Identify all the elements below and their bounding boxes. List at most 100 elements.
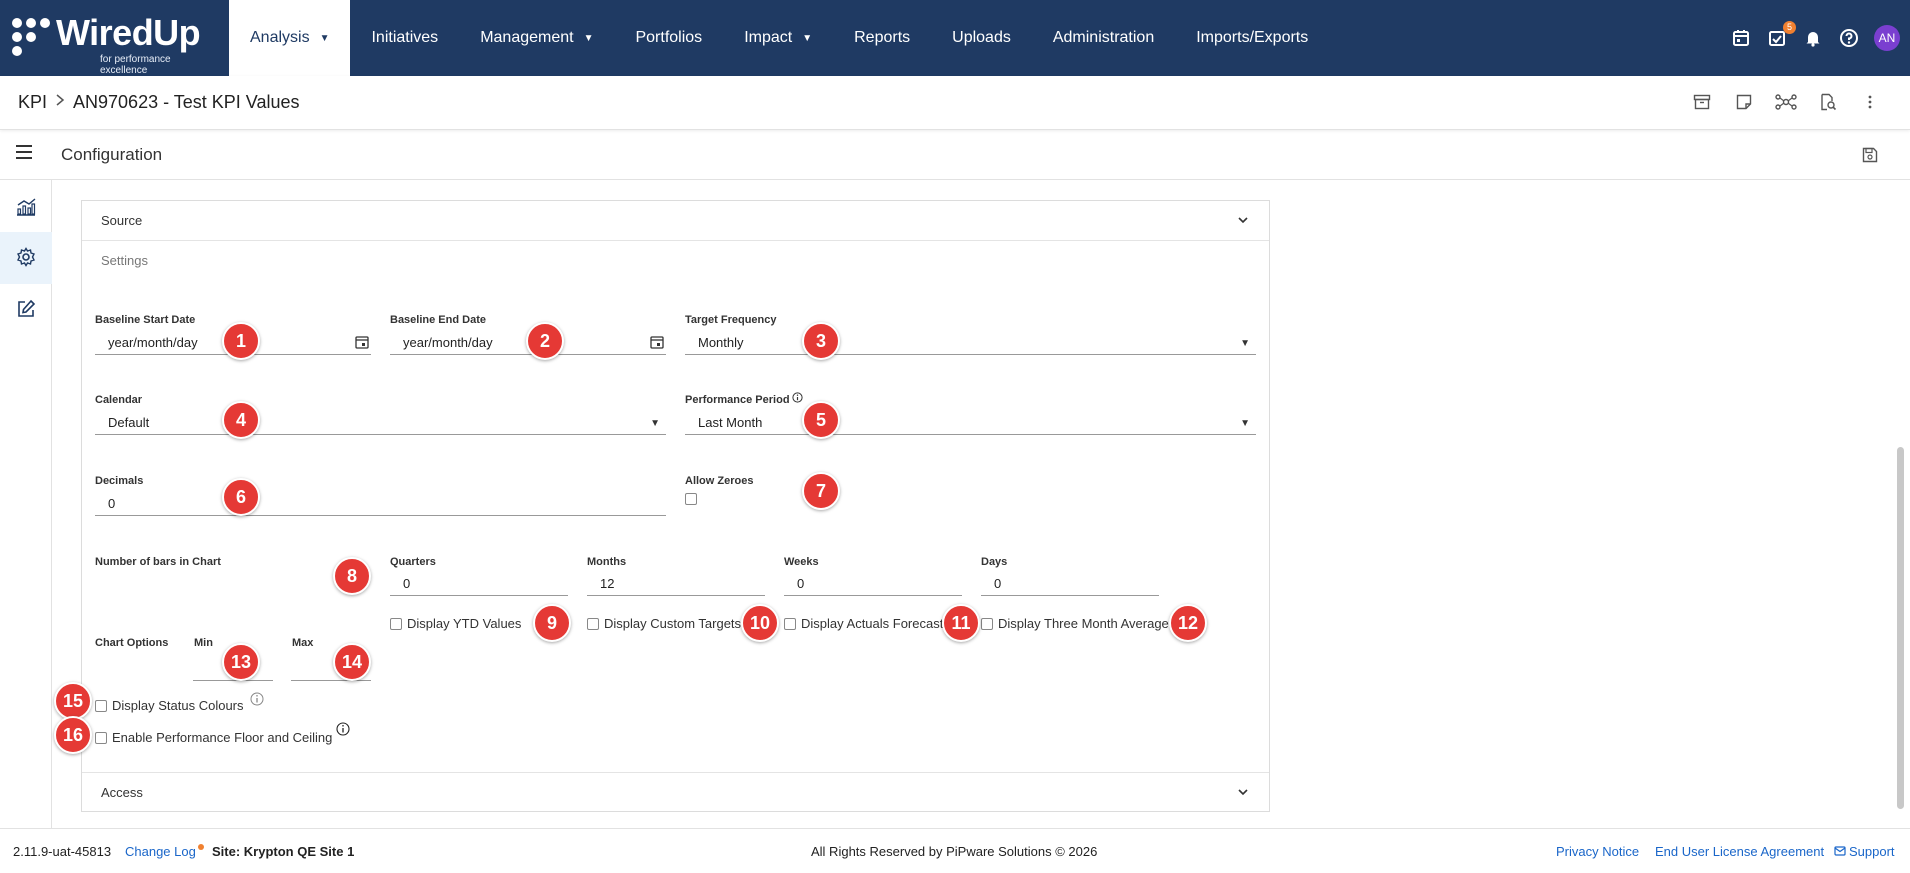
version-text: 2.11.9-uat-45813 [13,844,112,859]
support-link[interactable]: Support [1834,844,1895,859]
nav-imports-exports[interactable]: Imports/Exports [1175,0,1329,76]
min-label: Min [194,637,213,649]
breadcrumb-kpi[interactable]: KPI [18,92,47,113]
performance-period-select[interactable]: Last Month ▼ [685,411,1256,435]
display-status-colours-checkbox[interactable]: Display Status Colours [95,698,244,713]
display-ytd-label: Display YTD Values [407,616,522,631]
notification-dot-icon [197,844,204,850]
help-icon[interactable] [1838,27,1860,49]
decimals-input[interactable]: 0 [95,492,666,516]
days-input[interactable]: 0 [981,572,1159,596]
hamburger-menu-icon[interactable] [14,142,38,166]
nav-analysis-label: Analysis [250,29,310,46]
weeks-label: Weeks [784,556,819,568]
decimals-value: 0 [108,496,116,511]
privacy-notice-link[interactable]: Privacy Notice [1556,844,1639,859]
breadcrumb-bar: KPI AN970623 - Test KPI Values [0,76,1910,130]
nav-administration[interactable]: Administration [1032,0,1175,76]
quarters-input[interactable]: 0 [390,572,568,596]
nav-management[interactable]: Management ▼ [459,0,614,76]
performance-period-value: Last Month [698,415,763,430]
nav-initiatives-label: Initiatives [371,29,439,46]
nav-reports[interactable]: Reports [833,0,931,76]
calendar-icon[interactable] [650,335,664,352]
marker-12: 12 [1169,604,1207,642]
nav-imports-exports-label: Imports/Exports [1196,29,1309,46]
nav-uploads[interactable]: Uploads [931,0,1032,76]
nav-portfolios[interactable]: Portfolios [614,0,723,76]
calendar-icon[interactable] [1730,27,1752,49]
section-source[interactable]: Source [82,201,1269,241]
note-icon[interactable] [1732,90,1756,114]
chevron-down-icon: ▼ [319,32,330,44]
nav-impact[interactable]: Impact ▼ [723,0,833,76]
change-log-link[interactable]: Change Log [125,844,204,859]
display-actuals-forecast-checkbox[interactable]: Display Actuals Forecast [784,616,943,631]
nav-portfolios-label: Portfolios [635,29,703,46]
display-three-month-average-checkbox[interactable]: Display Three Month Average [981,616,1169,631]
wiredup-logo[interactable]: WiredUp for performance excellence [10,10,210,76]
display-custom-targets-checkbox[interactable]: Display Custom Targets [587,616,741,631]
marker-1: 1 [222,322,260,360]
caret-down-icon: ▼ [1240,338,1250,349]
baseline-start-value: year/month/day [108,335,198,350]
eula-link[interactable]: End User License Agreement [1655,844,1824,859]
marker-3: 3 [802,322,840,360]
network-icon[interactable] [1774,90,1798,114]
scrollbar-thumb[interactable] [1897,447,1904,809]
user-avatar[interactable]: AN [1874,25,1900,51]
baseline-start-label: Baseline Start Date [95,314,196,326]
nav-initiatives[interactable]: Initiatives [350,0,459,76]
logo-text: WiredUp [56,12,201,53]
more-vertical-icon[interactable] [1858,90,1882,114]
rail-item-edit[interactable] [0,284,52,336]
page-scrollbar[interactable] [1897,182,1904,812]
quarters-label: Quarters [390,556,436,568]
decimals-label: Decimals [95,475,144,487]
allow-zeroes-checkbox[interactable] [685,493,702,505]
calendar-select[interactable]: Default ▼ [95,411,666,435]
gear-icon [16,246,36,270]
logo-dots-icon [12,18,52,58]
marker-6: 6 [222,478,260,516]
info-icon[interactable] [792,390,803,406]
display-status-colours-label: Display Status Colours [112,698,244,713]
tasks-icon[interactable]: 5 [1766,21,1796,49]
target-frequency-select[interactable]: Monthly ▼ [685,331,1256,355]
info-icon[interactable] [336,722,350,739]
days-label: Days [981,556,1008,568]
rail-item-analytics[interactable] [0,182,52,234]
section-source-label: Source [101,213,143,228]
copyright-text: All Rights Reserved by PiPware Solutions… [811,844,1098,859]
enable-performance-floor-ceiling-checkbox[interactable]: Enable Performance Floor and Ceiling [95,730,332,745]
nav-impact-label: Impact [744,29,793,46]
display-ytd-checkbox[interactable]: Display YTD Values [390,616,521,631]
section-access[interactable]: Access [82,772,1269,812]
chevron-down-icon: ▼ [583,32,594,44]
save-icon[interactable] [1858,143,1882,167]
performance-period-label: Performance Period [685,394,790,406]
page-actions [1690,90,1882,114]
chevron-down-icon: ▼ [802,32,813,44]
months-input[interactable]: 12 [587,572,765,596]
footer: 2.11.9-uat-45813 Change Log Site: Krypto… [0,828,1910,873]
rail-item-configuration[interactable] [0,232,52,284]
max-label: Max [292,637,314,649]
target-frequency-label: Target Frequency [685,314,777,326]
bell-icon[interactable] [1802,27,1824,49]
nav-administration-label: Administration [1052,29,1155,46]
archive-icon[interactable] [1690,90,1714,114]
nav-analysis[interactable]: Analysis ▼ [229,0,351,76]
main-menu: Analysis ▼ Initiatives Management ▼ Portfo… [229,0,1329,76]
nav-uploads-label: Uploads [952,29,1011,46]
marker-5: 5 [802,401,840,439]
document-search-icon[interactable] [1816,90,1840,114]
left-rail [0,180,52,828]
chevron-down-icon [1237,214,1249,229]
chart-options-label: Chart Options [95,637,169,649]
calendar-icon[interactable] [355,335,369,352]
info-icon[interactable] [250,692,264,709]
target-frequency-value: Monthly [698,335,744,350]
marker-10: 10 [741,604,779,642]
weeks-input[interactable]: 0 [784,572,962,596]
